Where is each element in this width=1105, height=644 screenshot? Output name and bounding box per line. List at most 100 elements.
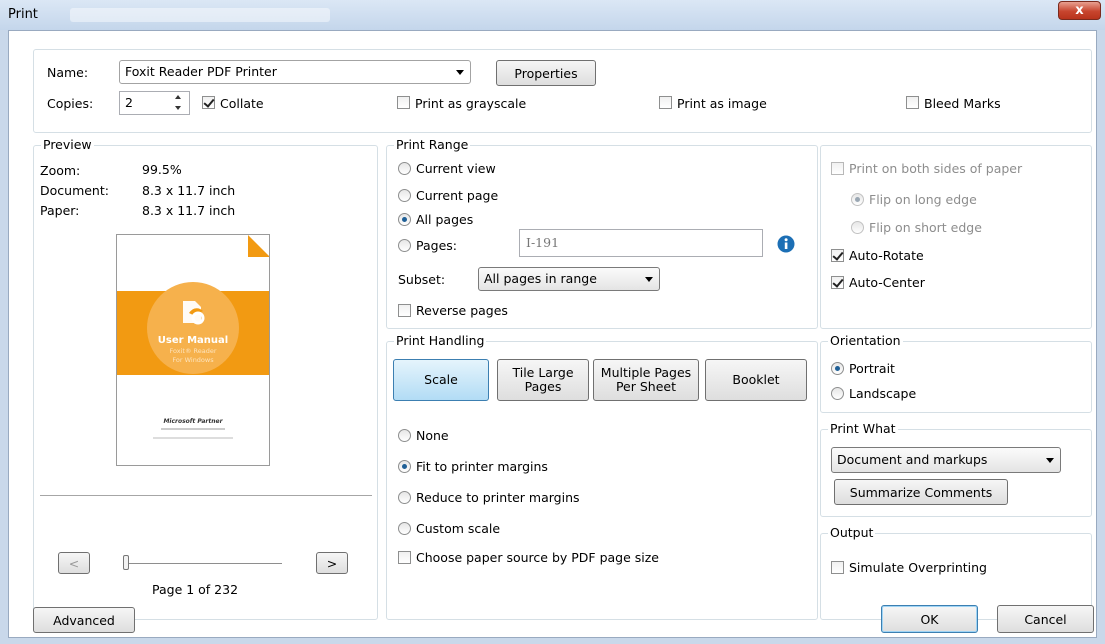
pages-label: Pages:	[416, 238, 457, 253]
scale-none-radio[interactable]	[398, 429, 411, 442]
next-page-button[interactable]: >	[316, 552, 348, 574]
thumb-partner: Microsoft Partner	[163, 418, 223, 425]
auto-rotate-label: Auto-Rotate	[849, 248, 924, 263]
print-handling-title: Print Handling	[394, 333, 487, 348]
page-fold-icon	[248, 235, 269, 257]
landscape-radio[interactable]	[831, 387, 844, 400]
pages-input[interactable]: I-191	[519, 229, 763, 257]
print-range-group: Print Range Current view Current page Al…	[386, 137, 818, 329]
tab-booklet[interactable]: Booklet	[705, 359, 807, 401]
both-sides-checkbox[interactable]	[831, 162, 844, 175]
prev-page-button[interactable]: <	[58, 552, 90, 574]
landscape-label: Landscape	[849, 386, 917, 401]
paper-label: Paper:	[40, 203, 80, 218]
all-pages-label: All pages	[416, 212, 474, 227]
name-label: Name:	[47, 65, 89, 80]
page-thumbnail: User Manual Foxit® Reader For Windows Mi…	[116, 234, 270, 466]
chevron-down-icon	[645, 277, 653, 282]
bleed-marks-checkbox[interactable]	[906, 96, 919, 109]
current-view-label: Current view	[416, 161, 496, 176]
current-view-radio[interactable]	[398, 162, 411, 175]
all-pages-radio[interactable]	[398, 213, 411, 226]
thumb-subtitle-2: For Windows	[172, 356, 214, 364]
window-title: Print	[8, 7, 38, 22]
current-page-label: Current page	[416, 188, 499, 203]
reduce-to-margins-radio[interactable]	[398, 491, 411, 504]
page-slider-track[interactable]	[124, 563, 282, 564]
orientation-title: Orientation	[828, 333, 903, 348]
tab-scale[interactable]: Scale	[393, 359, 489, 401]
print-what-select[interactable]: Document and markups	[831, 447, 1061, 473]
reverse-pages-checkbox[interactable]	[398, 304, 411, 317]
print-as-image-label: Print as image	[677, 96, 767, 111]
fit-to-margins-radio[interactable]	[398, 460, 411, 473]
page-indicator: Page 1 of 232	[152, 582, 239, 597]
tab-booklet-label: Booklet	[732, 372, 780, 387]
tab-scale-label: Scale	[424, 372, 458, 387]
orientation-group: Orientation Portrait Landscape	[820, 333, 1092, 413]
summarize-comments-button[interactable]: Summarize Comments	[834, 479, 1008, 505]
custom-scale-label: Custom scale	[416, 521, 501, 536]
copies-stepper[interactable]: 2	[119, 91, 190, 115]
properties-button[interactable]: Properties	[496, 60, 596, 86]
short-edge-label: Flip on short edge	[869, 220, 982, 235]
copies-label: Copies:	[47, 96, 94, 111]
chevron-down-icon	[1046, 458, 1054, 463]
document-label: Document:	[40, 183, 109, 198]
subset-select[interactable]: All pages in range	[478, 267, 660, 291]
chevron-down-icon	[456, 70, 464, 75]
print-as-image-checkbox[interactable]	[659, 96, 672, 109]
current-page-radio[interactable]	[398, 189, 411, 202]
advanced-button[interactable]: Advanced	[33, 607, 135, 633]
collate-checkbox[interactable]	[202, 96, 215, 109]
reverse-pages-label: Reverse pages	[416, 303, 508, 318]
simulate-overprinting-checkbox[interactable]	[831, 561, 844, 574]
paper-source-checkbox[interactable]	[398, 551, 411, 564]
zoom-value: 99.5%	[142, 162, 182, 177]
close-button[interactable]: x	[1058, 1, 1101, 20]
subset-label: Subset:	[398, 272, 446, 287]
print-what-title: Print What	[828, 421, 898, 436]
print-what-value: Document and markups	[837, 452, 988, 467]
short-edge-radio[interactable]	[851, 221, 864, 234]
copies-value: 2	[125, 95, 133, 110]
tab-tile-label-2: Pages	[524, 379, 562, 394]
pages-radio[interactable]	[398, 239, 411, 252]
document-value: 8.3 x 11.7 inch	[142, 183, 236, 198]
collate-label: Collate	[220, 96, 264, 111]
print-range-title: Print Range	[394, 137, 471, 152]
ok-button[interactable]: OK	[881, 605, 978, 633]
preview-divider	[40, 495, 372, 496]
fit-to-margins-label: Fit to printer margins	[416, 459, 548, 474]
auto-center-checkbox[interactable]	[831, 276, 844, 289]
auto-rotate-checkbox[interactable]	[831, 249, 844, 262]
portrait-radio[interactable]	[831, 362, 844, 375]
tab-tile-large-pages[interactable]: Tile Large Pages	[497, 359, 589, 401]
long-edge-radio[interactable]	[851, 193, 864, 206]
spin-down-icon[interactable]	[175, 106, 181, 110]
output-title: Output	[828, 525, 876, 540]
duplex-group: Print on both sides of paper Flip on lon…	[820, 145, 1092, 329]
tab-multiple-pages[interactable]: Multiple Pages Per Sheet	[593, 359, 699, 401]
grayscale-checkbox[interactable]	[397, 96, 410, 109]
page-slider-thumb[interactable]	[123, 555, 129, 570]
zoom-label: Zoom:	[40, 163, 81, 178]
bleed-marks-label: Bleed Marks	[924, 96, 1001, 111]
simulate-overprinting-label: Simulate Overprinting	[849, 560, 987, 575]
custom-scale-radio[interactable]	[398, 522, 411, 535]
preview-title: Preview	[41, 137, 94, 152]
printer-group: Name: Foxit Reader PDF Printer Propertie…	[33, 49, 1092, 133]
auto-center-label: Auto-Center	[849, 275, 925, 290]
print-handling-group: Print Handling Scale Tile Large Pages Mu…	[386, 333, 818, 620]
dialog-body: Name: Foxit Reader PDF Printer Propertie…	[8, 30, 1097, 638]
scale-none-label: None	[416, 428, 449, 443]
tab-multi-label-1: Multiple Pages	[600, 365, 692, 380]
foxit-logo-icon	[183, 301, 205, 325]
info-icon[interactable]	[777, 235, 795, 253]
spin-up-icon[interactable]	[175, 95, 181, 99]
portrait-label: Portrait	[849, 361, 895, 376]
cancel-button[interactable]: Cancel	[997, 605, 1094, 633]
paper-source-label: Choose paper source by PDF page size	[416, 550, 659, 565]
tab-tile-label-1: Tile Large	[512, 365, 574, 380]
printer-name-select[interactable]: Foxit Reader PDF Printer	[119, 60, 471, 84]
